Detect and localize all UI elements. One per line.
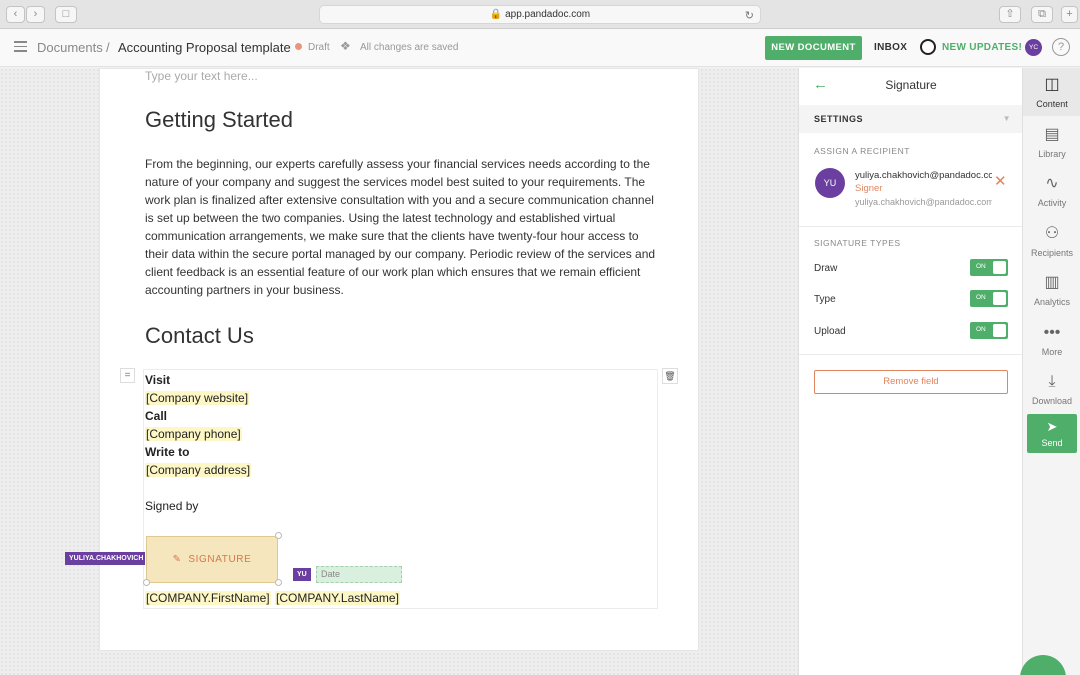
new-updates-link[interactable]: NEW UPDATES!	[942, 42, 1022, 53]
recipients-icon: ⚇	[1044, 225, 1060, 242]
delete-block-icon[interactable]: 🗑	[662, 368, 678, 384]
activity-icon: ∿	[1045, 175, 1059, 192]
resize-handle[interactable]	[275, 579, 282, 586]
heading-getting-started[interactable]: Getting Started	[145, 107, 293, 133]
signer-tag[interactable]: YULIYA.CHAKHOVICH	[65, 552, 145, 565]
recipient-email[interactable]: yuliya.chakhovich@pandadoc.com	[855, 170, 992, 181]
panel-title: Signature	[885, 78, 937, 92]
document-title[interactable]: Accounting Proposal template	[118, 40, 291, 55]
heading-contact-us[interactable]: Contact Us	[145, 323, 254, 349]
text-placeholder[interactable]: Type your text here...	[145, 69, 258, 83]
call-label: Call	[145, 409, 168, 423]
close-icon[interactable]: ✕	[994, 172, 1007, 190]
remove-field-button[interactable]: Remove field	[814, 370, 1008, 394]
sidebar-rail: ◫ Content ▤ Library ∿ Activity ⚇ Recipie…	[1022, 68, 1080, 675]
panda-icon	[920, 39, 936, 55]
reload-icon[interactable]: ↻	[745, 8, 754, 25]
type-toggle[interactable]: ON	[970, 290, 1008, 307]
breadcrumb-separator: /	[106, 40, 110, 55]
company-phone-field[interactable]: [Company phone]	[145, 425, 242, 443]
share-icon[interactable]: ⇧	[999, 6, 1021, 23]
user-avatar[interactable]: YC	[1025, 39, 1042, 56]
recipient-role: Signer	[855, 183, 883, 194]
more-icon: •••	[1043, 324, 1061, 341]
sidebar-item-more[interactable]: ••• More	[1023, 316, 1080, 364]
body-paragraph[interactable]: From the beginning, our experts carefull…	[145, 155, 665, 299]
browser-toolbar: ‹ › □ 🔒 app.pandadoc.com ↻ ⇧ ⧉ +	[0, 0, 1080, 29]
back-icon[interactable]: ‹	[6, 6, 25, 23]
analytics-icon: ▥	[1044, 274, 1060, 291]
resize-handle[interactable]	[143, 579, 150, 586]
write-to-label: Write to	[145, 445, 190, 459]
new-tab-icon[interactable]: +	[1061, 6, 1078, 23]
library-icon: ▤	[1044, 126, 1060, 143]
date-field[interactable]: Date	[316, 566, 402, 583]
sidebar-item-library[interactable]: ▤ Library	[1023, 118, 1080, 166]
type-upload-label: Upload	[814, 326, 846, 337]
document-page: Type your text here... Getting Started F…	[65, 68, 699, 651]
chevron-down-icon[interactable]: ▼	[1003, 105, 1011, 133]
sidebar-item-content[interactable]: ◫ Content	[1023, 68, 1080, 116]
date-signer-tag[interactable]: YU	[293, 568, 311, 581]
lastname-field[interactable]: [COMPANY.LastName]	[275, 589, 400, 607]
upload-toggle[interactable]: ON	[970, 322, 1008, 339]
send-button[interactable]: ➤ Send	[1027, 414, 1077, 453]
url-text: app.pandadoc.com	[505, 9, 591, 20]
download-icon: ⤓	[1048, 373, 1056, 390]
app-header: Documents / Accounting Proposal template…	[0, 29, 1080, 67]
company-address-field[interactable]: [Company address]	[145, 461, 252, 479]
sidebar-item-recipients[interactable]: ⚇ Recipients	[1023, 217, 1080, 265]
save-status: All changes are saved	[360, 42, 459, 53]
assign-recipient-label: ASSIGN A RECIPIENT	[814, 146, 910, 156]
help-icon[interactable]: ?	[1052, 38, 1070, 56]
status-dot-icon	[295, 43, 302, 50]
type-type-label: Type	[814, 294, 836, 305]
tag-icon[interactable]: ❖	[340, 39, 351, 53]
resize-handle[interactable]	[275, 532, 282, 539]
content-icon: ◫	[1044, 76, 1060, 93]
firstname-field[interactable]: [COMPANY.FirstName]	[145, 589, 271, 607]
draw-toggle[interactable]: ON	[970, 259, 1008, 276]
signature-settings-panel: ← Signature SETTINGS ▼ ASSIGN A RECIPIEN…	[798, 68, 1023, 675]
signature-types-label: SIGNATURE TYPES	[814, 238, 901, 248]
sidebar-toggle-icon[interactable]: □	[55, 6, 77, 23]
breadcrumb-documents[interactable]: Documents	[37, 40, 103, 55]
company-website-field[interactable]: [Company website]	[145, 389, 250, 407]
inbox-link[interactable]: INBOX	[874, 42, 907, 53]
send-icon: ➤	[1046, 419, 1058, 434]
status-badge: Draft	[295, 42, 330, 53]
sidebar-item-activity[interactable]: ∿ Activity	[1023, 167, 1080, 215]
new-document-button[interactable]: NEW DOCUMENT	[765, 36, 862, 60]
document-canvas: Type your text here... Getting Started F…	[0, 68, 798, 675]
recipient-email-secondary: yuliya.chakhovich@pandadoc.com	[855, 197, 992, 207]
pen-icon: ✎	[172, 554, 182, 565]
divider	[799, 354, 1023, 355]
tabs-icon[interactable]: ⧉	[1031, 6, 1053, 23]
type-draw-label: Draw	[814, 263, 838, 274]
lock-icon: 🔒	[489, 9, 503, 20]
signed-by-label: Signed by	[145, 499, 199, 513]
address-bar[interactable]: 🔒 app.pandadoc.com ↻	[319, 5, 761, 24]
divider	[799, 226, 1023, 227]
drag-handle-icon[interactable]: =	[120, 368, 135, 383]
signature-field[interactable]: ✎ SIGNATURE	[146, 536, 278, 583]
recipient-avatar: YU	[815, 168, 845, 198]
forward-icon[interactable]: ›	[26, 6, 45, 23]
sidebar-item-analytics[interactable]: ▥ Analytics	[1023, 266, 1080, 314]
menu-icon[interactable]	[14, 41, 27, 52]
settings-header[interactable]: SETTINGS ▼	[799, 105, 1023, 133]
sidebar-item-download[interactable]: ⤓ Download	[1023, 365, 1080, 413]
visit-label: Visit	[145, 373, 171, 387]
